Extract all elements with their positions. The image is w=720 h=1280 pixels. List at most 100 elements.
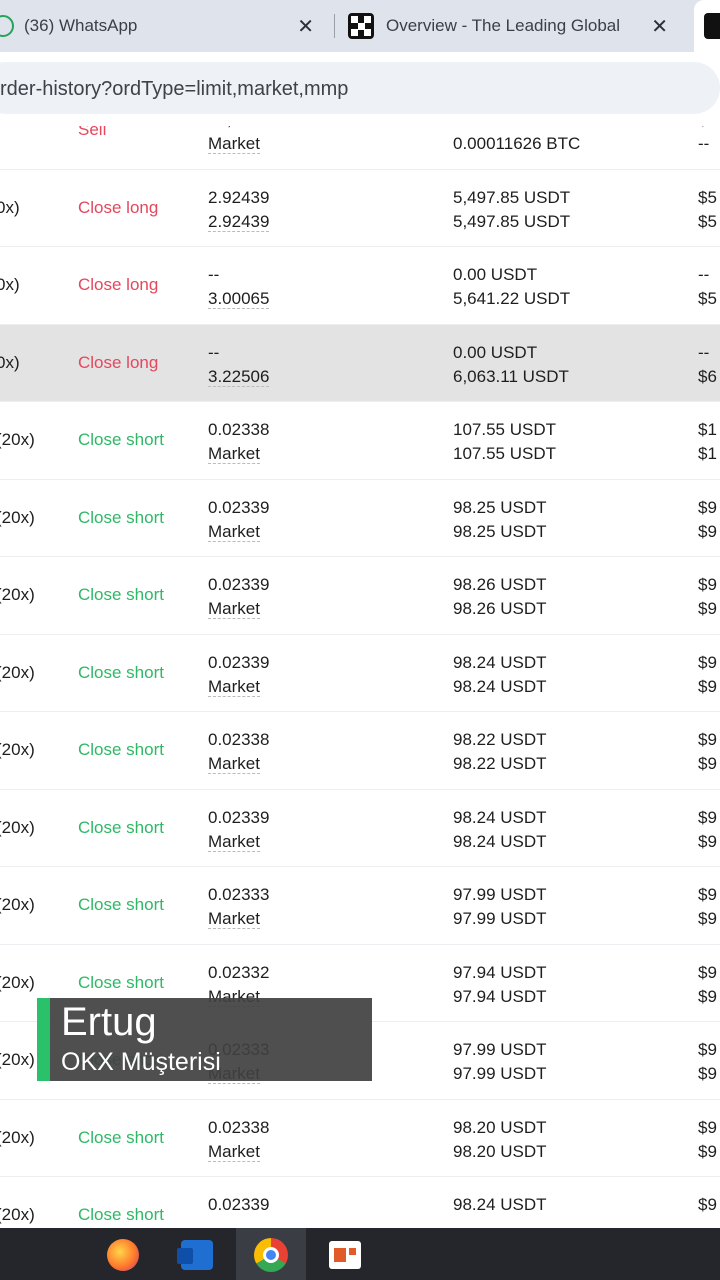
order-amount: 97.94 USDT bbox=[453, 986, 547, 1006]
order-side: Close short bbox=[78, 662, 164, 682]
url-text[interactable]: rder-history?ordType=limit,market,mmp bbox=[0, 78, 348, 101]
order-amount: 98.24 USDT bbox=[453, 831, 547, 851]
price-primary: 0.02338 bbox=[208, 1117, 270, 1137]
order-value: $9 bbox=[698, 754, 717, 773]
tab-okx-overview[interactable]: Overview - The Leading Global ✕ bbox=[348, 0, 688, 52]
filled-value: $9 bbox=[698, 1195, 717, 1214]
order-side: Close long bbox=[78, 197, 159, 217]
price-primary: -- bbox=[208, 265, 220, 284]
order-side: Close short bbox=[78, 817, 164, 837]
close-tab-icon[interactable]: ✕ bbox=[297, 14, 314, 39]
filled-amount: 0.00 USDT bbox=[453, 265, 538, 284]
price-type-label: Market bbox=[208, 831, 260, 852]
order-value: $9 bbox=[698, 676, 717, 696]
table-row[interactable]: 0x) Close long 2.92439 2.92439 5,497.85 USDT… bbox=[0, 170, 720, 247]
tab-whatsapp[interactable]: (36) WhatsApp ✕ bbox=[0, 0, 330, 52]
leverage-label: (20x) bbox=[0, 972, 35, 992]
table-row[interactable]: (20x) Close short 0.02339 Market 98.26 USDT 9… bbox=[0, 557, 720, 635]
table-row[interactable]: (20x) Close short 0.02339 Market 98.24 USDT 9… bbox=[0, 790, 720, 867]
filled-amount: 97.94 USDT bbox=[453, 962, 547, 982]
price-secondary: Market bbox=[208, 830, 260, 854]
filled-amount: 97.99 USDT bbox=[453, 1040, 547, 1059]
price-secondary: Market bbox=[208, 442, 260, 466]
table-row[interactable]: (20x) Close short 0.02338 Market 107.55 USDT… bbox=[0, 402, 720, 480]
price-primary: 2.92439 bbox=[208, 187, 270, 207]
price-secondary: Market bbox=[208, 132, 260, 156]
price-primary: 0.02339 bbox=[208, 575, 270, 594]
table-row[interactable]: (20x) Close short 0.02339 Market 98.24 USDT 9… bbox=[0, 635, 720, 712]
filled-amount: 98.24 USDT bbox=[453, 652, 547, 672]
table-row[interactable]: (20x) Close short 0.02333 Market 97.99 USDT 9… bbox=[0, 867, 720, 945]
order-amount: 6,063.11 USDT bbox=[453, 366, 569, 386]
filled-value: $9 bbox=[698, 807, 717, 827]
table-row[interactable]: (20x) Close short 0.02339 98.24 USDT $9 bbox=[0, 1177, 720, 1226]
caption-role: OKX Müşterisi bbox=[61, 1048, 221, 1076]
table-row[interactable]: (20x) Close short 0.02338 Market 98.22 USDT 9… bbox=[0, 712, 720, 790]
order-amount: 0.00011626 BTC bbox=[453, 134, 581, 153]
filled-amount: 107.55 USDT bbox=[453, 420, 556, 439]
filled-amount: 98.26 USDT bbox=[453, 575, 547, 594]
price-type-label: Market bbox=[208, 754, 260, 774]
order-amount: 5,497.85 USDT bbox=[453, 211, 571, 231]
price-primary: -- bbox=[208, 342, 220, 362]
name-caption: Ertug OKX Müşterisi bbox=[37, 998, 372, 1081]
leverage-label: (20x) bbox=[0, 740, 35, 759]
leverage-label: (20x) bbox=[0, 507, 35, 527]
slides-app-icon[interactable] bbox=[328, 1238, 362, 1272]
order-value: $9 bbox=[698, 909, 717, 928]
price-secondary: 3.22506 bbox=[208, 365, 270, 389]
order-amount: 98.26 USDT bbox=[453, 599, 547, 618]
price-primary: 0.02338 bbox=[208, 420, 270, 439]
filled-value: -- bbox=[698, 265, 710, 284]
price-secondary: 3.00065 bbox=[208, 287, 270, 311]
price-primary: 0.02339 bbox=[208, 807, 270, 827]
price-type-label: Market bbox=[208, 134, 260, 154]
table-row[interactable]: Sell71,044.3Market0.00011626 BTC0.000116… bbox=[0, 126, 720, 170]
caption-accent-bar bbox=[37, 998, 50, 1081]
filled-amount: 98.25 USDT bbox=[453, 497, 547, 517]
price-type-label: Market bbox=[208, 676, 260, 697]
close-tab-icon[interactable]: ✕ bbox=[651, 14, 668, 39]
tab-active-okx[interactable] bbox=[694, 0, 720, 52]
price-type-label: Market bbox=[208, 909, 260, 929]
leverage-label: 0x) bbox=[0, 275, 20, 294]
leverage-label: 0x) bbox=[0, 197, 20, 217]
filled-value: $9 bbox=[698, 885, 717, 904]
order-side: Close short bbox=[78, 972, 164, 992]
table-row[interactable]: 0x) Close long -- 3.22506 0.00 USDT 6,063.11 … bbox=[0, 324, 720, 402]
chrome-icon[interactable] bbox=[254, 1238, 288, 1272]
tab-title: (36) WhatsApp bbox=[24, 16, 138, 35]
order-side: Close short bbox=[78, 1127, 164, 1147]
tab-title: Overview - The Leading Global bbox=[386, 16, 621, 35]
table-row[interactable]: 0x) Close long -- 3.00065 0.00 USDT 5,641.22 … bbox=[0, 247, 720, 325]
price-type-label: Market bbox=[208, 599, 260, 619]
outlook-icon[interactable] bbox=[177, 1238, 214, 1272]
order-amount: 98.20 USDT bbox=[453, 1141, 547, 1161]
order-side: Close short bbox=[78, 1205, 164, 1224]
order-amount: 98.25 USDT bbox=[453, 521, 547, 541]
whatsapp-icon bbox=[0, 15, 14, 37]
firefox-icon[interactable] bbox=[106, 1238, 140, 1272]
order-value: $5 bbox=[698, 289, 717, 308]
order-value: $9 bbox=[698, 831, 717, 851]
order-value: $1 bbox=[698, 444, 717, 463]
order-side: Close short bbox=[78, 430, 164, 449]
windows-start-icon[interactable] bbox=[30, 1238, 64, 1272]
order-amount: 98.24 USDT bbox=[453, 676, 547, 696]
leverage-label: (20x) bbox=[0, 1050, 35, 1069]
price-secondary: Market bbox=[208, 1140, 260, 1164]
filled-value: $9 bbox=[698, 962, 717, 982]
price-primary: 0.02338 bbox=[208, 730, 270, 749]
leverage-label: (20x) bbox=[0, 662, 35, 682]
order-side: Close short bbox=[78, 740, 164, 759]
price-secondary: Market bbox=[208, 752, 260, 776]
filled-value: $5 bbox=[698, 187, 717, 207]
filled-value: $9 bbox=[698, 575, 717, 594]
price-secondary: Market bbox=[208, 907, 260, 931]
leverage-label: (20x) bbox=[0, 895, 35, 914]
table-row[interactable]: (20x) Close short 0.02339 Market 98.25 USDT 9… bbox=[0, 480, 720, 557]
price-type-label: Market bbox=[208, 521, 260, 542]
table-row[interactable]: (20x) Close short 0.02338 Market 98.20 USDT 9… bbox=[0, 1100, 720, 1177]
filled-value: $1 bbox=[698, 420, 717, 439]
filled-amount: 97.99 USDT bbox=[453, 885, 547, 904]
